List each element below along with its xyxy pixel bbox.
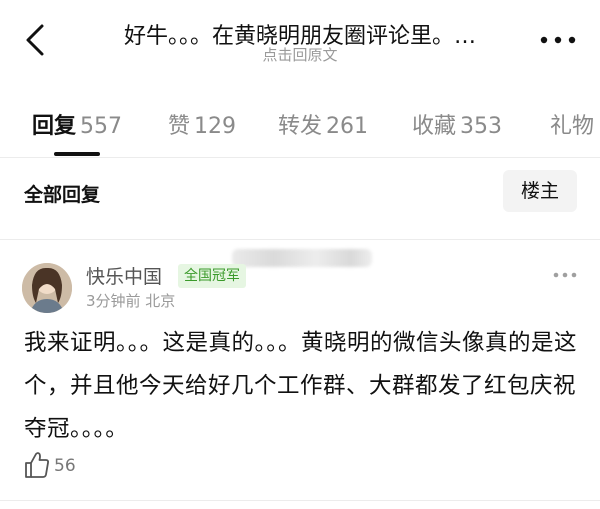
tab-label: 回复 [32, 114, 77, 139]
top-bar: 好牛。。。在黄晓明朋友圈评论里。… 点击回原文 [0, 0, 600, 80]
status-badge: 全国冠军 [178, 264, 246, 288]
all-replies-label[interactable]: 全部回复 [24, 180, 100, 207]
tab-count: 129 [194, 114, 237, 139]
comment-text: 我来证明。。。这是真的。。。黄晓明的微信头像真的是这个，并且他今天给好几个工作群… [24, 330, 578, 442]
comment-item: 快乐中国 全国冠军 3分钟前 北京 我来证明。。。这是真的。。。黄晓明的微信头像… [0, 240, 600, 500]
like-count: 56 [54, 456, 76, 476]
tab-bar: 回复 557 赞 129 转发 261 收藏 353 礼物 [0, 100, 600, 160]
tab-gifts[interactable]: 礼物 [550, 108, 594, 140]
reply-filter-row: 全部回复 楼主 [0, 158, 600, 236]
thumbs-up-icon[interactable] [24, 450, 50, 480]
comment-username[interactable]: 快乐中国 [86, 262, 162, 289]
divider [0, 500, 600, 501]
active-tab-indicator [54, 152, 100, 156]
tab-label: 礼物 [550, 114, 595, 139]
view-original-link[interactable]: 点击回原文 [0, 44, 600, 65]
tab-count: 557 [80, 114, 123, 139]
tab-favorites[interactable]: 收藏 353 [412, 108, 502, 140]
comment-meta: 3分钟前 北京 [86, 292, 176, 310]
tab-count: 261 [326, 114, 369, 139]
avatar-image [22, 263, 72, 313]
tab-reposts[interactable]: 转发 261 [278, 108, 368, 140]
tab-count: 353 [460, 114, 503, 139]
op-only-button[interactable]: 楼主 [503, 170, 577, 212]
tab-likes[interactable]: 赞 129 [168, 108, 236, 140]
tab-replies[interactable]: 回复 557 [32, 108, 122, 140]
tab-label: 赞 [168, 114, 191, 139]
avatar[interactable] [22, 263, 72, 313]
tab-label: 转发 [278, 114, 323, 139]
comment-more-icon[interactable] [552, 270, 578, 280]
more-options-icon[interactable] [538, 28, 578, 52]
tab-label: 收藏 [412, 114, 457, 139]
